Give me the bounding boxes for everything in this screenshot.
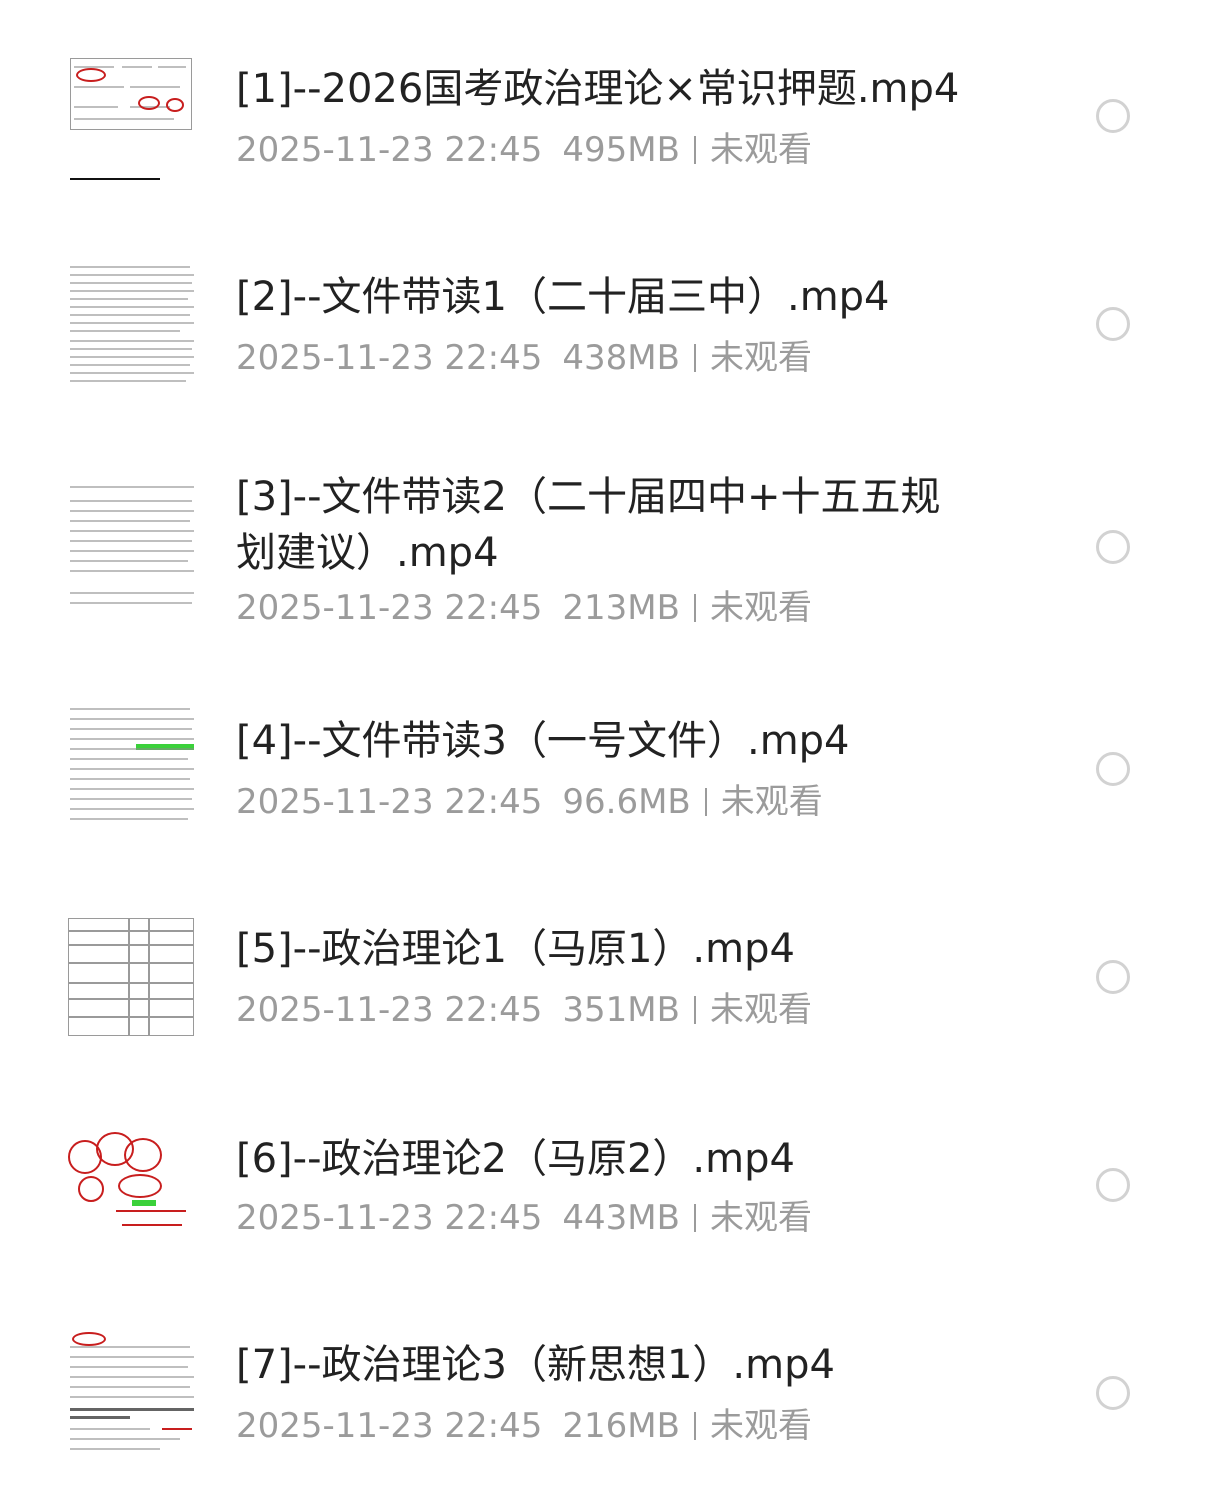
watch-status: 未观看 — [709, 588, 812, 628]
file-date: 2025-11-23 22:45 — [236, 130, 543, 170]
list-item-file-3[interactable]: [3]--文件带读2（二十届四中+十五五规 划建议）.mp4 2025-11-2… — [0, 430, 1220, 670]
file-date: 2025-11-23 22:45 — [236, 338, 543, 378]
file-meta: 2025-11-23 22:45 495MB 未观看 — [236, 130, 812, 170]
list-item-file-4[interactable]: [4]--文件带读3（一号文件）.mp4 2025-11-23 22:45 96.… — [0, 670, 1220, 890]
file-title: [6]--政治理论2（马原2）.mp4 — [236, 1136, 795, 1182]
file-meta: 2025-11-23 22:45 351MB 未观看 — [236, 990, 812, 1030]
watch-status: 未观看 — [709, 1406, 812, 1446]
handwriting-thumbnail-icon — [66, 1120, 196, 1250]
file-meta: 2025-11-23 22:45 438MB 未观看 — [236, 338, 812, 378]
file-title: [4]--文件带读3（一号文件）.mp4 — [236, 718, 850, 764]
file-size: 96.6MB — [562, 782, 691, 822]
select-radio[interactable] — [1096, 1376, 1130, 1410]
list-item-file-5[interactable]: [5]--政治理论1（马原1）.mp4 2025-11-23 22:45 351M… — [0, 890, 1220, 1100]
file-size: 351MB — [562, 990, 680, 1030]
list-item-file-7[interactable]: [7]--政治理论3（新思想1）.mp4 2025-11-23 22:45 216… — [0, 1310, 1220, 1487]
file-date: 2025-11-23 22:45 — [236, 1406, 543, 1446]
list-item-file-2[interactable]: [2]--文件带读1（二十届三中）.mp4 2025-11-23 22:45 43… — [0, 210, 1220, 430]
file-size: 438MB — [562, 338, 680, 378]
document-page-thumbnail-icon — [66, 482, 196, 612]
file-title: [1]--2026国考政治理论×常识押题.mp4 — [236, 66, 960, 112]
file-size: 443MB — [562, 1198, 680, 1238]
file-title: [2]--文件带读1（二十届三中）.mp4 — [236, 274, 890, 320]
file-meta: 2025-11-23 22:45 216MB 未观看 — [236, 1406, 812, 1446]
file-date: 2025-11-23 22:45 — [236, 1198, 543, 1238]
file-size: 495MB — [562, 130, 680, 170]
select-radio[interactable] — [1096, 752, 1130, 786]
document-page-thumbnail-icon — [66, 260, 196, 390]
file-date: 2025-11-23 22:45 — [236, 990, 543, 1030]
divider — [693, 594, 696, 622]
select-radio[interactable] — [1096, 307, 1130, 341]
video-file-list: [1]--2026国考政治理论×常识押题.mp4 2025-11-23 22:4… — [0, 0, 1220, 1487]
file-title: [7]--政治理论3（新思想1）.mp4 — [236, 1342, 835, 1388]
select-radio[interactable] — [1096, 530, 1130, 564]
file-meta: 2025-11-23 22:45 96.6MB 未观看 — [236, 782, 823, 822]
divider — [704, 788, 707, 816]
divider — [693, 344, 696, 372]
watch-status: 未观看 — [709, 990, 812, 1030]
select-radio[interactable] — [1096, 960, 1130, 994]
list-item-file-1[interactable]: [1]--2026国考政治理论×常识押题.mp4 2025-11-23 22:4… — [0, 0, 1220, 210]
file-title: [5]--政治理论1（马原1）.mp4 — [236, 926, 795, 972]
select-radio[interactable] — [1096, 99, 1130, 133]
file-title-line-2: 划建议）.mp4 — [236, 530, 499, 576]
watch-status: 未观看 — [709, 130, 812, 170]
file-size: 213MB — [562, 588, 680, 628]
watch-status: 未观看 — [709, 338, 812, 378]
watch-status: 未观看 — [720, 782, 823, 822]
watch-status: 未观看 — [709, 1198, 812, 1238]
file-meta: 2025-11-23 22:45 443MB 未观看 — [236, 1198, 812, 1238]
file-meta: 2025-11-23 22:45 213MB 未观看 — [236, 588, 812, 628]
divider — [693, 136, 696, 164]
divider — [693, 1412, 696, 1440]
file-title-line-1: [3]--文件带读2（二十届四中+十五五规 — [236, 474, 941, 520]
list-item-file-6[interactable]: [6]--政治理论2（马原2）.mp4 2025-11-23 22:45 443M… — [0, 1100, 1220, 1310]
annotated-table-thumbnail-icon — [66, 52, 196, 182]
divider — [693, 996, 696, 1024]
file-size: 216MB — [562, 1406, 680, 1446]
file-date: 2025-11-23 22:45 — [236, 782, 543, 822]
file-date: 2025-11-23 22:45 — [236, 588, 543, 628]
table-thumbnail-icon — [66, 910, 196, 1040]
select-radio[interactable] — [1096, 1168, 1130, 1202]
annotated-document-thumbnail-icon — [66, 1330, 196, 1460]
divider — [693, 1204, 696, 1232]
highlighted-document-thumbnail-icon — [66, 702, 196, 832]
